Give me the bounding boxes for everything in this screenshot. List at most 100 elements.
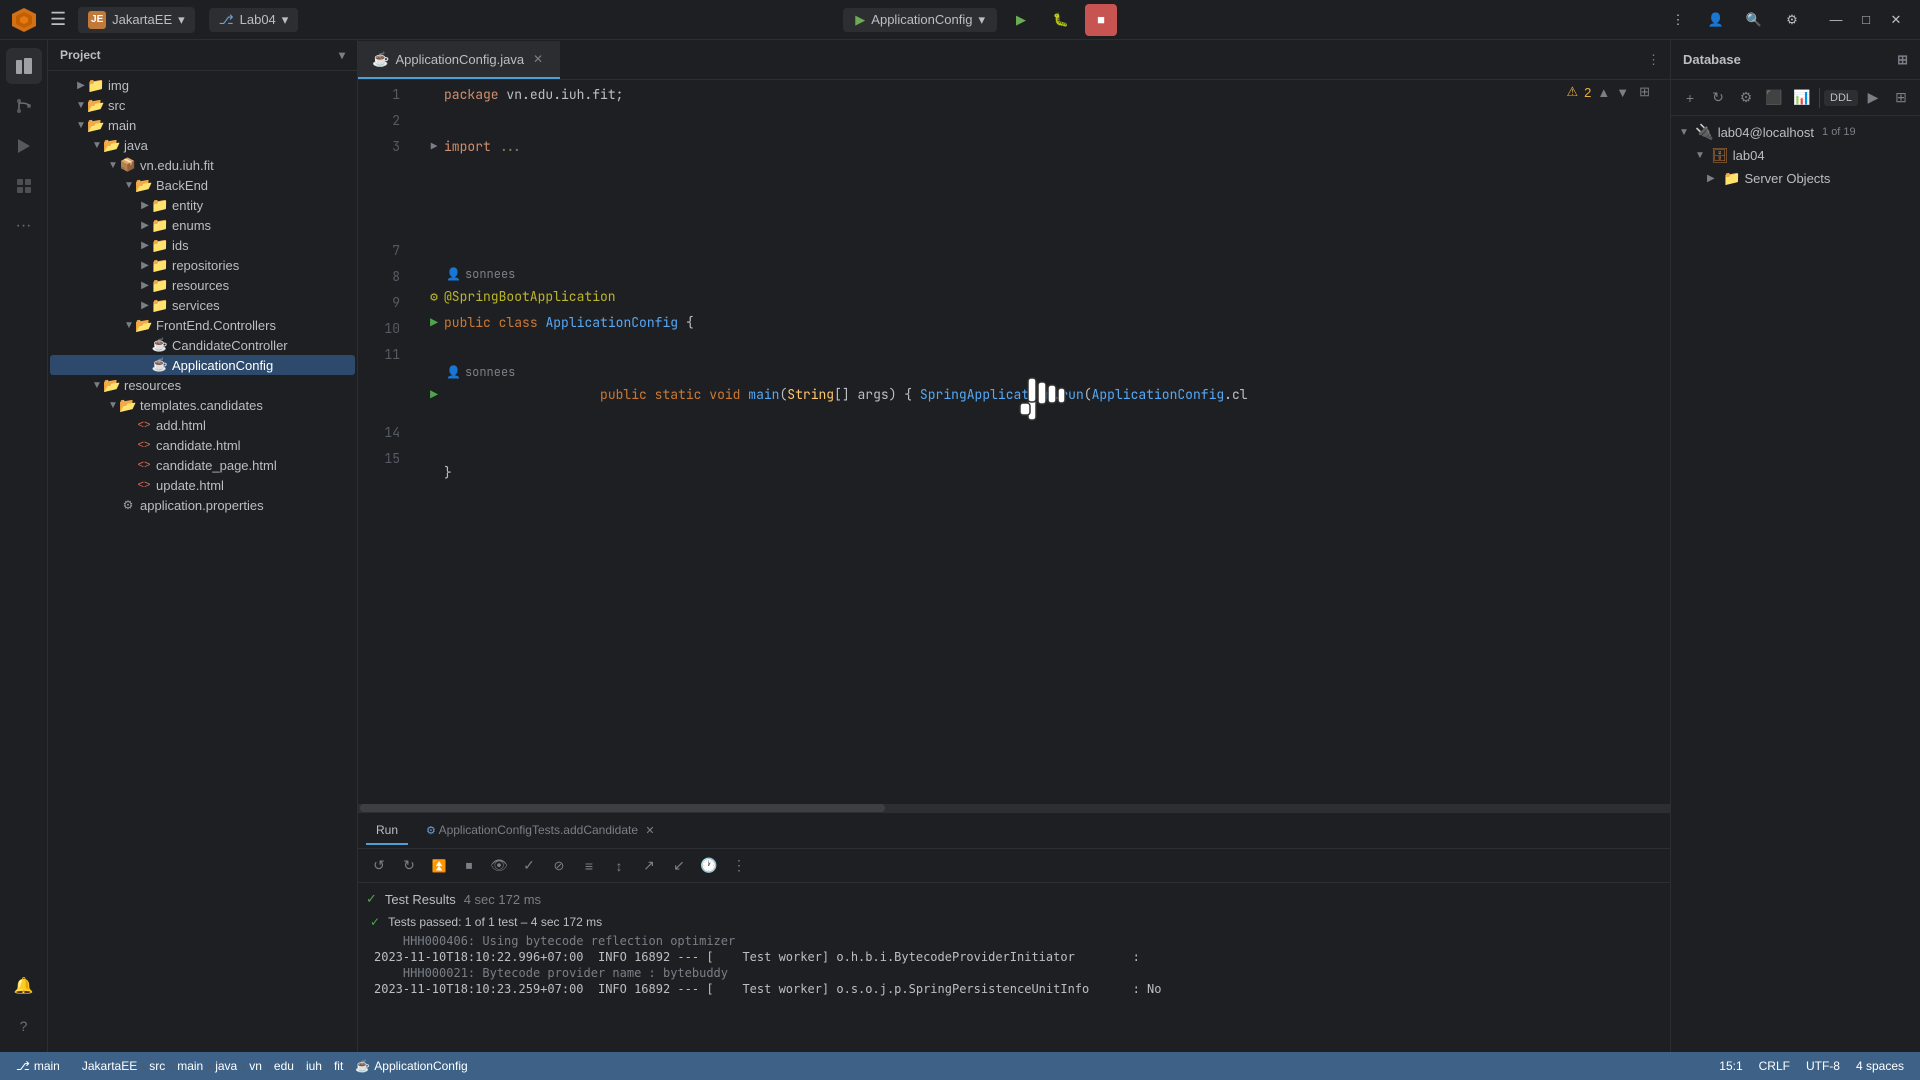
tree-item-candidate-controller[interactable]: ☕ CandidateController bbox=[50, 335, 355, 355]
settings-button[interactable]: ⚙ bbox=[1776, 4, 1808, 36]
expand-btn[interactable]: ↗ bbox=[636, 853, 662, 879]
stop-btn[interactable]: ⏹ bbox=[456, 853, 482, 879]
tree-item-ids[interactable]: ▶ 📁 ids bbox=[50, 235, 355, 255]
run-config-selector[interactable]: ▶ ApplicationConfig ▾ bbox=[843, 8, 997, 32]
run-gutter-icon-2[interactable]: ▶ bbox=[430, 382, 438, 408]
activity-run-debug[interactable] bbox=[6, 128, 42, 164]
status-breadcrumb[interactable]: JakartaEE › src › main › java › vn › edu… bbox=[76, 1059, 474, 1073]
database-expand-icon[interactable]: ⊞ bbox=[1897, 52, 1908, 68]
tests-tab-icon: ⚙ bbox=[426, 825, 436, 837]
line-numbers: 1 2 3 7 8 9 10 11 14 1 bbox=[358, 80, 408, 812]
tree-item-entity[interactable]: ▶ 📁 entity bbox=[50, 195, 355, 215]
status-branch[interactable]: ⎇ main bbox=[10, 1059, 66, 1073]
tree-item-img[interactable]: ▶ 📁 img bbox=[50, 75, 355, 95]
tree-item-candidate-html[interactable]: <> candidate.html bbox=[50, 435, 355, 455]
tree-item-main[interactable]: ▼ 📂 main bbox=[50, 115, 355, 135]
sort-btn[interactable]: ≡ bbox=[576, 853, 602, 879]
tree-item-resources-be[interactable]: ▶ 📁 resources bbox=[50, 275, 355, 295]
db-sync-btn[interactable]: ⚙ bbox=[1733, 84, 1759, 112]
collapse-btn[interactable]: ↙ bbox=[666, 853, 692, 879]
status-position[interactable]: 15:1 bbox=[1713, 1059, 1748, 1073]
status-indent[interactable]: 4 spaces bbox=[1850, 1059, 1910, 1073]
code-editor[interactable]: ⚠ 2 ▲ ▼ ⊞ 1 2 3 7 8 bbox=[358, 80, 1670, 812]
tree-item-candidate-page-html[interactable]: <> candidate_page.html bbox=[50, 455, 355, 475]
warning-down-arrow[interactable]: ▼ bbox=[1616, 85, 1629, 100]
breadcrumb-java: java bbox=[215, 1059, 237, 1073]
bottom-tab-tests[interactable]: ⚙ ApplicationConfigTests.addCandidate ✕ bbox=[416, 817, 665, 845]
tab-application-config[interactable]: ☕ ApplicationConfig.java ✕ bbox=[358, 41, 560, 79]
more-button[interactable]: ⋮ bbox=[1662, 4, 1694, 36]
tree-item-frontend[interactable]: ▼ 📂 FrontEnd.Controllers bbox=[50, 315, 355, 335]
db-console-btn[interactable]: ⬛ bbox=[1761, 84, 1787, 112]
tree-item-resources[interactable]: ▼ 📂 resources bbox=[50, 375, 355, 395]
tab-label: ApplicationConfig.java bbox=[395, 52, 524, 67]
tree-item-src[interactable]: ▼ 📂 src bbox=[50, 95, 355, 115]
run-config-arrow: ▾ bbox=[978, 12, 985, 28]
ignore-btn[interactable]: ⊘ bbox=[546, 853, 572, 879]
db-server-objects[interactable]: ▶ 📁 Server Objects bbox=[1671, 167, 1920, 190]
tree-item-add-html[interactable]: <> add.html bbox=[50, 415, 355, 435]
expand-icon[interactable]: ▶ bbox=[431, 134, 438, 160]
bottom-tab-run[interactable]: Run bbox=[366, 817, 408, 845]
tree-item-application-config[interactable]: ☕ ApplicationConfig bbox=[50, 355, 355, 375]
tree-item-update-html[interactable]: <> update.html bbox=[50, 475, 355, 495]
breadcrumb-sep: › bbox=[347, 1059, 351, 1073]
group-btn[interactable]: ↕ bbox=[606, 853, 632, 879]
folder-icon: 📁 bbox=[88, 77, 104, 93]
branch-selector[interactable]: ⎇ Lab04 ▾ bbox=[209, 8, 299, 32]
run-failed-btn[interactable]: ↻ bbox=[396, 853, 422, 879]
tree-item-java[interactable]: ▼ 📂 java bbox=[50, 135, 355, 155]
tree-item-package[interactable]: ▼ 📦 vn.edu.iuh.fit bbox=[50, 155, 355, 175]
more-options-btn[interactable]: ⋮ bbox=[726, 853, 752, 879]
html-file-icon: <> bbox=[136, 457, 152, 473]
db-add-btn[interactable]: + bbox=[1677, 84, 1703, 112]
activity-more[interactable]: ··· bbox=[6, 208, 42, 244]
status-crlf[interactable]: CRLF bbox=[1753, 1059, 1796, 1073]
horizontal-scrollbar[interactable] bbox=[358, 804, 1670, 812]
maximize-button[interactable]: □ bbox=[1852, 6, 1880, 34]
activity-help[interactable]: ? bbox=[6, 1008, 42, 1044]
tree-item-templates[interactable]: ▼ 📂 templates.candidates bbox=[50, 395, 355, 415]
ddl-badge[interactable]: DDL bbox=[1824, 90, 1858, 106]
database-title: Database bbox=[1683, 52, 1741, 67]
search-button[interactable]: 🔍 bbox=[1738, 4, 1770, 36]
run-gutter-icon[interactable]: ▶ bbox=[430, 310, 438, 336]
check-btn[interactable]: ✓ bbox=[516, 853, 542, 879]
run-button[interactable]: ▶ bbox=[1005, 4, 1037, 36]
tab-more-button[interactable]: ⋮ bbox=[1637, 41, 1670, 79]
db-refresh-btn[interactable]: ↻ bbox=[1705, 84, 1731, 112]
pause-btn[interactable]: 👁 bbox=[486, 853, 512, 879]
status-charset[interactable]: UTF-8 bbox=[1800, 1059, 1846, 1073]
project-selector[interactable]: JE JakartaEE ▾ bbox=[78, 7, 195, 33]
db-database[interactable]: ▼ 🗄 lab04 bbox=[1671, 144, 1920, 167]
tree-item-backend[interactable]: ▼ 📂 BackEnd bbox=[50, 175, 355, 195]
activity-project[interactable] bbox=[6, 48, 42, 84]
activity-notifications[interactable]: 🔔 bbox=[6, 968, 42, 1004]
tree-item-repositories[interactable]: ▶ 📁 repositories bbox=[50, 255, 355, 275]
code-content[interactable]: package vn.edu.iuh.fit; ▶ import ... bbox=[408, 80, 1670, 812]
activity-plugins[interactable] bbox=[6, 168, 42, 204]
tab-close-button[interactable]: ✕ bbox=[530, 51, 546, 67]
ddl-arrow[interactable]: ▶ bbox=[1860, 84, 1886, 112]
tree-item-app-properties[interactable]: ⚙ application.properties bbox=[50, 495, 355, 515]
db-more-btn[interactable]: ⊞ bbox=[1888, 84, 1914, 112]
minimize-button[interactable]: — bbox=[1822, 6, 1850, 34]
tree-item-services[interactable]: ▶ 📁 services bbox=[50, 295, 355, 315]
editor-collapse-btn[interactable]: ⊞ bbox=[1639, 84, 1650, 100]
history-btn[interactable]: 🕐 bbox=[696, 853, 722, 879]
activity-vcs[interactable] bbox=[6, 88, 42, 124]
rerun-btn[interactable]: ↺ bbox=[366, 853, 392, 879]
hamburger-menu[interactable]: ☰ bbox=[46, 5, 70, 34]
db-connection[interactable]: ▼ 🔌 lab04@localhost 1 of 19 bbox=[1671, 120, 1920, 144]
user-button[interactable]: 👤 bbox=[1700, 4, 1732, 36]
db-table-btn[interactable]: 📊 bbox=[1789, 84, 1815, 112]
close-button[interactable]: ✕ bbox=[1882, 6, 1910, 34]
warning-up-arrow[interactable]: ▲ bbox=[1597, 85, 1610, 100]
run-until-btn[interactable]: ⏫ bbox=[426, 853, 452, 879]
database-tree: ▼ 🔌 lab04@localhost 1 of 19 ▼ 🗄 lab04 ▶ … bbox=[1671, 116, 1920, 194]
tree-item-enums[interactable]: ▶ 📁 enums bbox=[50, 215, 355, 235]
tests-tab-close[interactable]: ✕ bbox=[645, 825, 654, 837]
item-label: update.html bbox=[156, 478, 224, 493]
stop-button[interactable]: ■ bbox=[1085, 4, 1117, 36]
debug-button[interactable]: 🐛 bbox=[1045, 4, 1077, 36]
